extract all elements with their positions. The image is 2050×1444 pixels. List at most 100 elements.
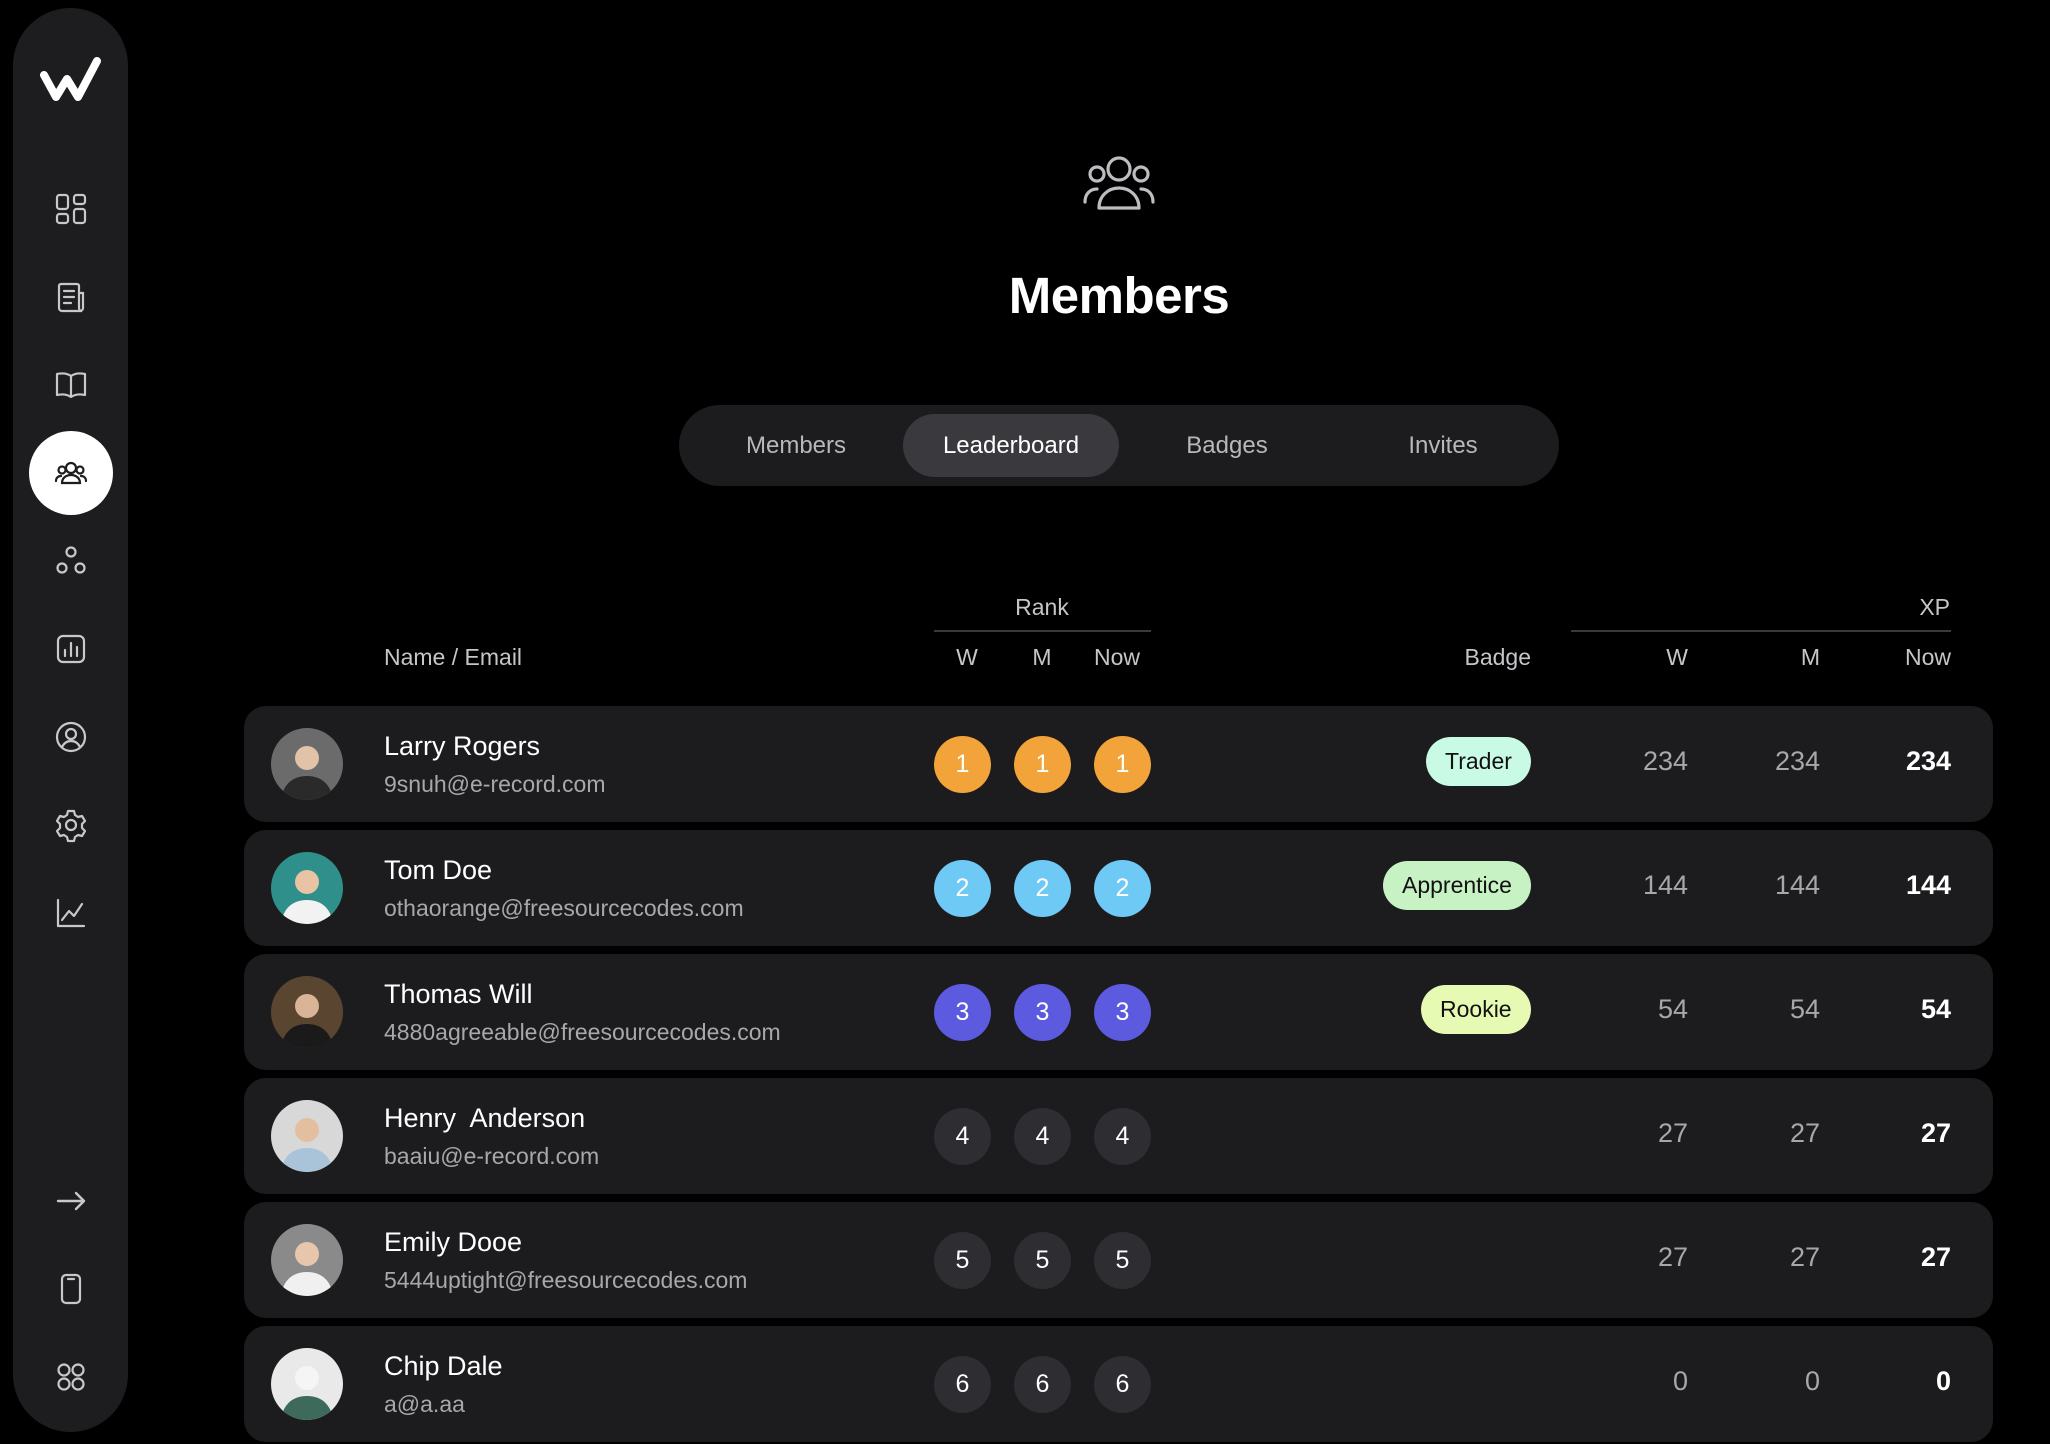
xp-group-header: XP	[1919, 594, 1950, 620]
tab-invites[interactable]: Invites	[1335, 414, 1551, 477]
member-email: othaorange@freesourcecodes.com	[384, 895, 744, 921]
rank-w-circle: 4	[934, 1108, 991, 1165]
xp-m-value: 27	[1789, 1118, 1820, 1148]
member-name: Emily Dooe	[384, 1227, 523, 1257]
leaderboard-row[interactable]: Henry Anderson baaiu@e-record.com 4 4 4 …	[244, 1078, 1993, 1194]
rank-w-circle: 2	[934, 860, 991, 917]
xp-now-value: 144	[1905, 870, 1951, 900]
sidebar	[13, 8, 128, 1432]
nav-dashboard[interactable]	[29, 167, 113, 251]
xp-now-value: 27	[1920, 1118, 1951, 1148]
nav-analytics[interactable]	[29, 607, 113, 691]
badge-pill: Apprentice	[1383, 861, 1531, 910]
member-email: a@a.aa	[384, 1391, 465, 1417]
member-email: baaiu@e-record.com	[384, 1143, 600, 1169]
dashboard-icon	[55, 193, 87, 225]
xp-w-value: 0	[1672, 1366, 1688, 1396]
mobile-icon	[60, 1273, 82, 1305]
xp-group-divider	[1571, 630, 1951, 632]
nav-members[interactable]	[29, 431, 113, 515]
page-title: Members	[1008, 267, 1230, 324]
tab-members[interactable]: Members	[688, 414, 904, 477]
news-icon	[57, 282, 85, 313]
badge-pill: Rookie	[1421, 985, 1531, 1034]
member-name: Henry Anderson	[384, 1103, 586, 1133]
rank-now-circle: 1	[1094, 736, 1151, 793]
nav-logout[interactable]	[29, 1159, 113, 1243]
name-email-header[interactable]: Name / Email	[384, 644, 522, 671]
leaderboard-row[interactable]: Larry Rogers 9snuh@e-record.com 1 1 1 Tr…	[244, 706, 1993, 822]
avatar	[271, 1100, 343, 1172]
badge-pill: Trader	[1426, 737, 1531, 786]
w-logo[interactable]	[40, 53, 101, 105]
member-name: Larry Rogers	[384, 731, 541, 761]
leaderboard-row[interactable]: Thomas Will 4880agreeable@freesourcecode…	[244, 954, 1993, 1070]
rank-m-circle: 6	[1014, 1356, 1071, 1413]
member-email: 4880agreeable@freesourcecodes.com	[384, 1019, 781, 1045]
rank-w-header[interactable]: W	[937, 644, 997, 671]
arrow-right-icon	[56, 1191, 86, 1211]
rank-group-header: Rank	[1015, 594, 1069, 620]
xp-w-value: 144	[1642, 870, 1688, 900]
rank-w-circle: 3	[934, 984, 991, 1041]
rank-now-circle: 5	[1094, 1232, 1151, 1289]
rank-now-header[interactable]: Now	[1087, 644, 1147, 671]
rank-m-circle: 4	[1014, 1108, 1071, 1165]
leaderboard-row[interactable]: Emily Dooe 5444uptight@freesourcecodes.c…	[244, 1202, 1993, 1318]
rank-w-circle: 5	[934, 1232, 991, 1289]
rank-now-circle: 3	[1094, 984, 1151, 1041]
rank-m-header[interactable]: M	[1012, 644, 1072, 671]
member-name: Thomas Will	[384, 979, 533, 1009]
leaderboard-row[interactable]: Chip Dale a@a.aa 6 6 6 0 0 0	[244, 1326, 1993, 1442]
xp-now-value: 54	[1920, 994, 1951, 1024]
apps-icon	[57, 1363, 85, 1391]
member-name: Tom Doe	[384, 855, 493, 885]
tab-badges[interactable]: Badges	[1119, 414, 1335, 477]
rank-now-circle: 2	[1094, 860, 1151, 917]
member-email: 5444uptight@freesourcecodes.com	[384, 1267, 748, 1293]
xp-w-value: 27	[1657, 1118, 1688, 1148]
xp-now-value: 234	[1905, 746, 1951, 776]
chart-icon	[56, 898, 86, 928]
nav-profile[interactable]	[29, 695, 113, 779]
members-header-icon	[1081, 150, 1157, 216]
nav-groups[interactable]	[29, 519, 113, 603]
badge-header[interactable]: Badge	[1431, 644, 1531, 671]
xp-now-value: 0	[1935, 1366, 1951, 1396]
rank-m-circle: 1	[1014, 736, 1071, 793]
avatar	[271, 1224, 343, 1296]
xp-w-value: 234	[1642, 746, 1688, 776]
leaderboard-row[interactable]: Tom Doe othaorange@freesourcecodes.com 2…	[244, 830, 1993, 946]
xp-w-header[interactable]: W	[1588, 644, 1688, 671]
avatar	[271, 1348, 343, 1420]
rank-group-divider	[934, 630, 1151, 632]
rank-w-circle: 6	[934, 1356, 991, 1413]
xp-m-value: 0	[1804, 1366, 1820, 1396]
rank-now-circle: 4	[1094, 1108, 1151, 1165]
analytics-icon	[56, 634, 86, 664]
rank-now-circle: 6	[1094, 1356, 1151, 1413]
rank-w-circle: 1	[934, 736, 991, 793]
nav-apps[interactable]	[29, 1335, 113, 1419]
rank-m-circle: 3	[1014, 984, 1071, 1041]
groups-icon	[56, 546, 86, 574]
tab-leaderboard[interactable]: Leaderboard	[903, 414, 1119, 477]
tab-bar: Members Leaderboard Badges Invites	[679, 405, 1559, 486]
avatar	[271, 728, 343, 800]
nav-book[interactable]	[29, 343, 113, 427]
nav-news[interactable]	[29, 255, 113, 339]
settings-icon	[55, 809, 87, 843]
xp-now-header[interactable]: Now	[1851, 644, 1951, 671]
xp-m-value: 27	[1789, 1242, 1820, 1272]
book-icon	[55, 372, 87, 399]
nav-mobile[interactable]	[29, 1247, 113, 1331]
xp-m-header[interactable]: M	[1720, 644, 1820, 671]
xp-w-value: 54	[1657, 994, 1688, 1024]
members-icon	[54, 461, 88, 485]
nav-chart[interactable]	[29, 871, 113, 955]
avatar	[271, 852, 343, 924]
rank-m-circle: 5	[1014, 1232, 1071, 1289]
xp-now-value: 27	[1920, 1242, 1951, 1272]
member-email: 9snuh@e-record.com	[384, 771, 606, 797]
nav-settings[interactable]	[29, 783, 113, 867]
